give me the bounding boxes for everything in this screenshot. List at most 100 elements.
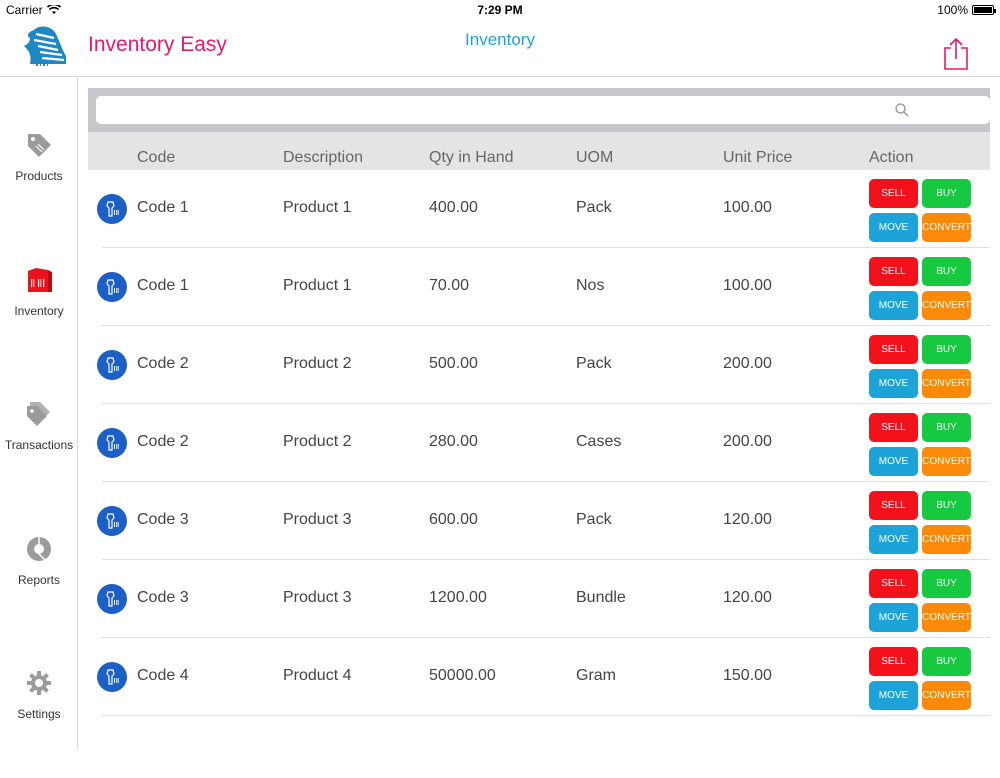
convert-button[interactable]: CONVERT bbox=[922, 447, 971, 476]
status-bar: Carrier 7:29 PM 100% bbox=[0, 0, 1000, 20]
move-button[interactable]: MOVE bbox=[869, 525, 918, 554]
table-row[interactable]: Code 3 Product 3 1200.00 Bundle 120.00 SELL BU… bbox=[88, 560, 990, 638]
sell-button[interactable]: SELL bbox=[869, 569, 918, 598]
convert-button[interactable]: CONVERT bbox=[922, 525, 971, 554]
sidebar-item-label: Settings bbox=[17, 707, 61, 721]
battery-status: 100% bbox=[937, 3, 996, 17]
sidebar-item-label: Inventory bbox=[14, 304, 64, 318]
sidebar-item-label: Products bbox=[15, 169, 63, 183]
cell-price: 120.00 bbox=[723, 589, 772, 606]
cell-code: Code 1 bbox=[137, 277, 189, 294]
convert-button[interactable]: CONVERT bbox=[922, 603, 971, 632]
table-row[interactable]: Code 1 Product 1 400.00 Pack 100.00 SELL BUY MO… bbox=[88, 170, 990, 248]
cell-qty: 400.00 bbox=[429, 199, 478, 216]
cell-code: Code 2 bbox=[137, 433, 189, 450]
cell-price: 150.00 bbox=[723, 667, 772, 684]
move-button[interactable]: MOVE bbox=[869, 447, 918, 476]
convert-button[interactable]: CONVERT bbox=[922, 369, 971, 398]
column-header-qty: Qty in Hand bbox=[429, 149, 514, 166]
cell-price: 120.00 bbox=[723, 511, 772, 528]
cell-qty: 1200.00 bbox=[429, 589, 487, 606]
barcode-scanner-icon[interactable] bbox=[97, 350, 127, 380]
buy-button[interactable]: BUY bbox=[922, 491, 971, 520]
battery-icon bbox=[972, 5, 996, 15]
row-divider bbox=[102, 715, 990, 716]
convert-button[interactable]: CONVERT bbox=[922, 291, 971, 320]
buy-button[interactable]: BUY bbox=[922, 179, 971, 208]
table-row[interactable]: Code 2 Product 2 280.00 Cases 200.00 SELL BUY M… bbox=[88, 404, 990, 482]
cell-qty: 50000.00 bbox=[429, 667, 496, 684]
move-button[interactable]: MOVE bbox=[869, 603, 918, 632]
barcode-scanner-icon[interactable] bbox=[97, 584, 127, 614]
cell-description: Product 1 bbox=[283, 277, 352, 294]
buy-button[interactable]: BUY bbox=[922, 413, 971, 442]
sidebar: Products Inventory Transactions Reports … bbox=[0, 78, 78, 750]
share-icon[interactable] bbox=[942, 37, 970, 71]
inventory-icon bbox=[28, 268, 52, 292]
battery-percent: 100% bbox=[937, 3, 968, 17]
column-header-price: Unit Price bbox=[723, 149, 793, 166]
search-input[interactable] bbox=[96, 96, 990, 124]
cell-description: Product 3 bbox=[283, 589, 352, 606]
cell-description: Product 4 bbox=[283, 667, 352, 684]
cell-price: 100.00 bbox=[723, 199, 772, 216]
buy-button[interactable]: BUY bbox=[922, 335, 971, 364]
barcode-scanner-icon[interactable] bbox=[97, 662, 127, 692]
page-title: Inventory bbox=[465, 30, 535, 49]
cell-code: Code 1 bbox=[137, 199, 189, 216]
table-row[interactable]: Code 4 Product 4 50000.00 Gram 150.00 SELL BUY… bbox=[88, 638, 990, 716]
price-tag-icon bbox=[28, 134, 51, 157]
sidebar-item-transactions[interactable]: Transactions bbox=[0, 399, 78, 509]
sidebar-item-label: Transactions bbox=[4, 438, 74, 452]
column-header-description: Description bbox=[283, 149, 364, 166]
cell-description: Product 2 bbox=[283, 355, 352, 372]
move-button[interactable]: MOVE bbox=[869, 681, 918, 710]
convert-button[interactable]: CONVERT bbox=[922, 213, 971, 242]
move-button[interactable]: MOVE bbox=[869, 291, 918, 320]
table-row[interactable]: Code 3 Product 3 600.00 Pack 120.00 SELL BUY MO… bbox=[88, 482, 990, 560]
convert-button[interactable]: CONVERT bbox=[922, 681, 971, 710]
buy-button[interactable]: BUY bbox=[922, 257, 971, 286]
table-row[interactable]: Code 1 Product 1 70.00 Nos 100.00 SELL BUY MOVE… bbox=[88, 248, 990, 326]
sell-button[interactable]: SELL bbox=[869, 413, 918, 442]
barcode-scanner-icon[interactable] bbox=[97, 272, 127, 302]
table-row[interactable]: Code 2 Product 2 500.00 Pack 200.00 SELL BUY MO… bbox=[88, 326, 990, 404]
sidebar-item-inventory[interactable]: Inventory bbox=[0, 265, 78, 375]
cell-uom: Bundle bbox=[576, 589, 626, 606]
gear-icon bbox=[27, 671, 51, 695]
cell-uom: Pack bbox=[576, 355, 612, 372]
sell-button[interactable]: SELL bbox=[869, 335, 918, 364]
sell-button[interactable]: SELL bbox=[869, 647, 918, 676]
cell-uom: Pack bbox=[576, 199, 612, 216]
cell-code: Code 2 bbox=[137, 355, 189, 372]
sidebar-item-label: Reports bbox=[17, 573, 61, 587]
cell-price: 200.00 bbox=[723, 433, 772, 450]
sell-button[interactable]: SELL bbox=[869, 257, 918, 286]
buy-button[interactable]: BUY bbox=[922, 569, 971, 598]
sidebar-item-reports[interactable]: Reports bbox=[0, 534, 78, 644]
tags-icon bbox=[27, 402, 50, 426]
navigation-bar: Inventory Easy Inventory bbox=[0, 20, 1000, 77]
inventory-list: Code Description Qty in Hand UOM Unit Pr… bbox=[88, 88, 990, 750]
cell-uom: Nos bbox=[576, 277, 605, 294]
column-header-uom: UOM bbox=[576, 149, 614, 166]
barcode-scanner-icon[interactable] bbox=[97, 506, 127, 536]
cell-description: Product 3 bbox=[283, 511, 352, 528]
sidebar-item-products[interactable]: Products bbox=[0, 130, 78, 240]
move-button[interactable]: MOVE bbox=[869, 369, 918, 398]
sidebar-item-settings[interactable]: Settings bbox=[0, 668, 78, 778]
cell-description: Product 2 bbox=[283, 433, 352, 450]
buy-button[interactable]: BUY bbox=[922, 647, 971, 676]
cell-uom: Cases bbox=[576, 433, 622, 450]
cell-qty: 600.00 bbox=[429, 511, 478, 528]
barcode-scanner-icon[interactable] bbox=[97, 194, 127, 224]
sell-button[interactable]: SELL bbox=[869, 179, 918, 208]
cell-qty: 280.00 bbox=[429, 433, 478, 450]
pie-chart-icon bbox=[27, 537, 51, 561]
search-bar bbox=[88, 88, 990, 132]
sell-button[interactable]: SELL bbox=[869, 491, 918, 520]
cell-uom: Pack bbox=[576, 511, 612, 528]
barcode-scanner-icon[interactable] bbox=[97, 428, 127, 458]
move-button[interactable]: MOVE bbox=[869, 213, 918, 242]
search-icon[interactable] bbox=[894, 102, 910, 118]
